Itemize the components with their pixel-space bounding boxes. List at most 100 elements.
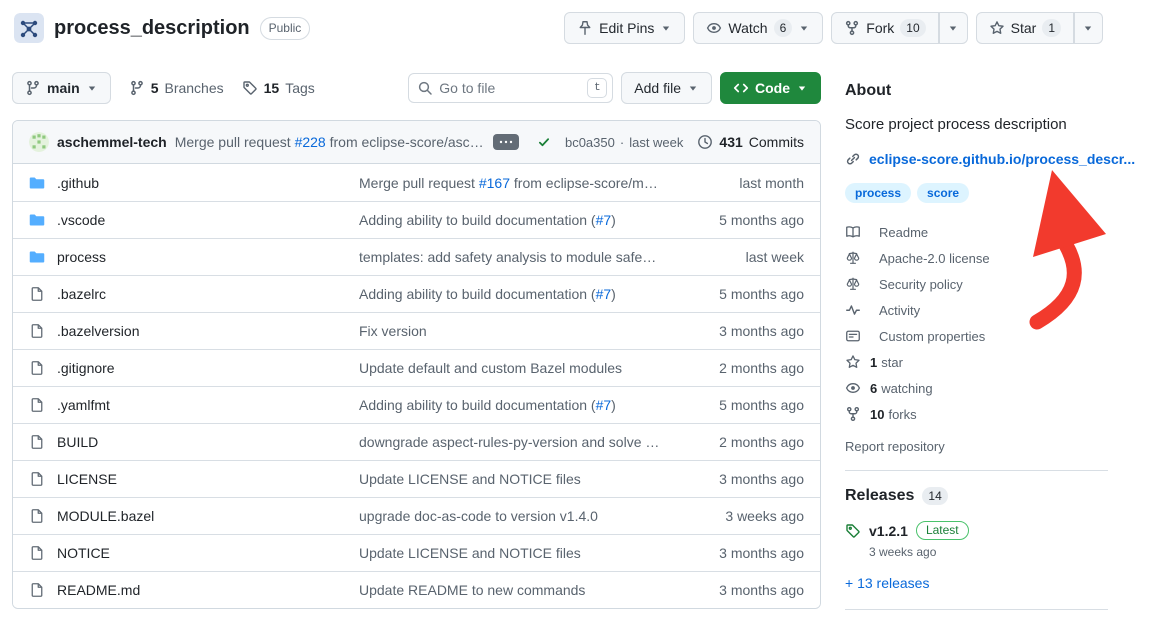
commit-message-cell[interactable]: Adding ability to build documentation (#… [359, 286, 684, 302]
commit-message-cell[interactable]: Update LICENSE and NOTICE files [359, 545, 684, 561]
file-icon [29, 286, 45, 302]
file-name-link[interactable]: .gitignore [57, 360, 115, 376]
commit-message-cell[interactable]: Adding ability to build documentation (#… [359, 212, 684, 228]
meta-label: watching [881, 381, 932, 396]
check-icon[interactable] [537, 135, 551, 149]
about-meta-item[interactable]: Apache-2.0 license [845, 245, 1108, 271]
releases-title: Releases 14 [845, 487, 1108, 505]
table-row: BUILD downgrade aspect-rules-py-version … [13, 423, 820, 460]
pr-link[interactable]: #7 [596, 212, 612, 228]
file-name-link[interactable]: LICENSE [57, 471, 117, 487]
edit-pins-button[interactable]: Edit Pins [564, 12, 685, 44]
latest-release: v1.2.1 Latest 3 weeks ago [845, 521, 1108, 559]
commit-message-cell[interactable]: Update README to new commands [359, 582, 684, 598]
about-meta-item[interactable]: Readme [845, 219, 1108, 245]
release-name-row[interactable]: v1.2.1 Latest [869, 521, 969, 540]
fork-label: Fork [866, 20, 894, 36]
about-meta-item[interactable]: Custom properties [845, 323, 1108, 349]
report-repository-link[interactable]: Report repository [845, 439, 1108, 454]
commit-message-cell[interactable]: Fix version [359, 323, 684, 339]
commit-sha-link[interactable]: bc0a350 · last week [565, 135, 683, 150]
file-name-link[interactable]: NOTICE [57, 545, 110, 561]
fork-icon [844, 20, 860, 36]
add-file-button[interactable]: Add file [621, 72, 712, 104]
pr-link[interactable]: #7 [596, 397, 612, 413]
watch-button[interactable]: Watch 6 [693, 12, 823, 44]
about-meta-list: Readme Apache-2.0 license Security polic… [845, 219, 1108, 427]
commit-message-cell[interactable]: downgrade aspect-rules-py-version and so… [359, 434, 684, 450]
fork-dropdown-button[interactable] [939, 12, 968, 44]
meta-label: Security policy [879, 277, 963, 292]
pr-link[interactable]: #167 [479, 175, 510, 191]
commit-message-cell[interactable]: upgrade doc-as-code to version v1.4.0 [359, 508, 684, 524]
meta-label: star [881, 355, 903, 370]
law-icon [845, 250, 861, 266]
tags-link[interactable]: 15 Tags [242, 80, 315, 96]
table-row: README.md Update README to new commands … [13, 571, 820, 608]
table-row: .vscode Adding ability to build document… [13, 201, 820, 238]
file-name-cell: .vscode [29, 212, 359, 228]
pr-link[interactable]: #228 [295, 134, 326, 150]
file-name-link[interactable]: .yamlfmt [57, 397, 110, 413]
commit-date-cell: 5 months ago [684, 212, 804, 228]
website-link[interactable]: eclipse-score.github.io/process_descr... [869, 151, 1135, 167]
star-dropdown-button[interactable] [1074, 12, 1103, 44]
commit-kebab-button[interactable] [493, 134, 519, 150]
release-time: 3 weeks ago [869, 545, 969, 559]
commit-history-link[interactable]: 431 Commits [697, 134, 804, 150]
star-button[interactable]: Star 1 [976, 12, 1074, 44]
chevron-down-icon [1082, 22, 1094, 34]
about-meta-item[interactable]: 10 forks [845, 401, 1108, 427]
goto-file-input[interactable] [408, 73, 613, 103]
header-actions: Edit Pins Watch 6 Fork 10 [564, 12, 1103, 44]
commit-date-cell: 2 months ago [684, 434, 804, 450]
file-name-cell: .bazelrc [29, 286, 359, 302]
commit-message[interactable]: Merge pull request #228 from eclipse-sco… [175, 134, 485, 150]
pulse-icon [845, 302, 861, 318]
repo-title[interactable]: process_description [54, 17, 250, 40]
pr-link[interactable]: #7 [596, 286, 612, 302]
file-name-link[interactable]: .vscode [57, 212, 105, 228]
commit-author[interactable]: aschemmel-tech [57, 134, 167, 150]
chevron-down-icon [660, 22, 672, 34]
commit-date-cell: 5 months ago [684, 397, 804, 413]
branch-selector[interactable]: main [12, 72, 111, 104]
sidebar: About Score project process description … [845, 56, 1108, 626]
commit-author-avatar[interactable] [29, 132, 49, 152]
topic-pill[interactable]: process [845, 183, 911, 203]
commit-date-cell: 3 months ago [684, 582, 804, 598]
meta-label: Custom properties [879, 329, 985, 344]
repo-avatar[interactable] [14, 13, 44, 43]
file-name-link[interactable]: .bazelversion [57, 323, 140, 339]
folder-icon [29, 249, 45, 265]
star-icon [989, 20, 1005, 36]
about-meta-item[interactable]: Security policy [845, 271, 1108, 297]
commit-message-cell[interactable]: templates: add safety analysis to module… [359, 249, 684, 265]
releases-heading[interactable]: Releases [845, 487, 914, 505]
file-name-link[interactable]: BUILD [57, 434, 98, 450]
watch-count: 6 [774, 19, 793, 37]
file-name-link[interactable]: README.md [57, 582, 140, 598]
table-row: .gitignore Update default and custom Baz… [13, 349, 820, 386]
commits-label: Commits [749, 134, 804, 150]
about-meta-item[interactable]: Activity [845, 297, 1108, 323]
commit-message-cell[interactable]: Update default and custom Bazel modules [359, 360, 684, 376]
fork-button[interactable]: Fork 10 [831, 12, 938, 44]
commit-meta: bc0a350 · last week 431 Commits [537, 134, 804, 150]
commit-message-cell[interactable]: Update LICENSE and NOTICE files [359, 471, 684, 487]
commit-message-cell[interactable]: Adding ability to build documentation (#… [359, 397, 684, 413]
file-name-cell: .yamlfmt [29, 397, 359, 413]
meta-count: 10 [870, 407, 884, 422]
about-meta-item[interactable]: 6 watching [845, 375, 1108, 401]
topic-pill[interactable]: score [917, 183, 969, 203]
commit-message-cell[interactable]: Merge pull request #167 from eclipse-sco… [359, 175, 684, 191]
file-name-cell: .bazelversion [29, 323, 359, 339]
more-releases-link[interactable]: + 13 releases [845, 575, 929, 591]
branches-link[interactable]: 5 Branches [129, 80, 224, 96]
file-name-link[interactable]: process [57, 249, 106, 265]
code-button[interactable]: Code [720, 72, 821, 104]
about-meta-item[interactable]: 1 star [845, 349, 1108, 375]
file-name-link[interactable]: MODULE.bazel [57, 508, 154, 524]
file-name-link[interactable]: .bazelrc [57, 286, 106, 302]
file-name-link[interactable]: .github [57, 175, 99, 191]
